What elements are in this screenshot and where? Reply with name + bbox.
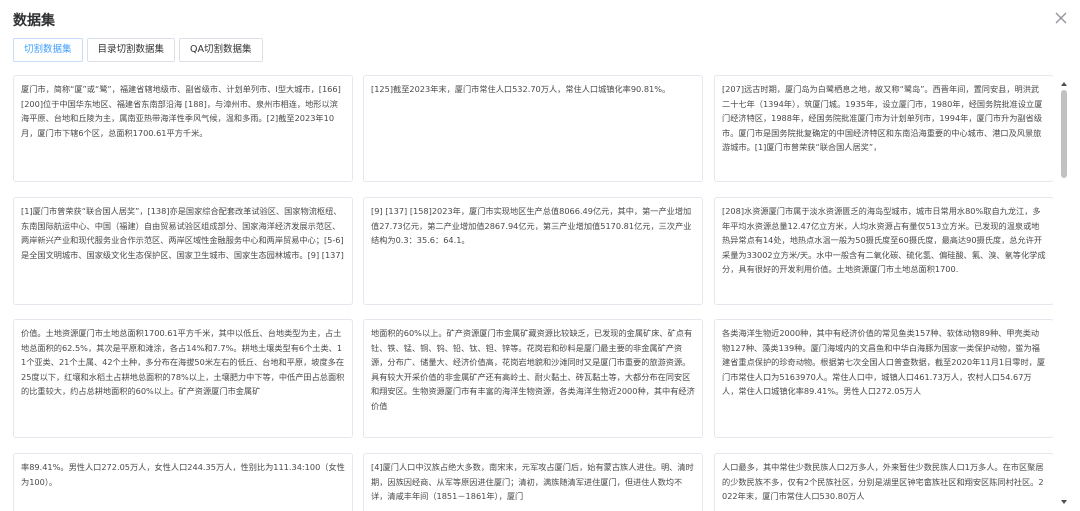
- data-card[interactable]: [125]截至2023年末，厦门市常住人口532.70万人，常住人口城镇化率90…: [363, 75, 703, 182]
- data-card[interactable]: [1]厦门市曾荣获“联合国人居奖”，[138]亦是国家综合配套改革试验区、国家物…: [13, 197, 353, 305]
- tab-cut-dataset[interactable]: 切割数据集: [13, 38, 83, 62]
- tab-catalog-cut-dataset[interactable]: 目录切割数据集: [86, 38, 176, 62]
- scrollbar-thumb[interactable]: [1061, 90, 1067, 178]
- tab-qa-cut-dataset[interactable]: QA切割数据集: [179, 38, 263, 62]
- data-card[interactable]: 人口最多，其中常住少数民族人口2万多人，外来暂住少数民族人口1万多人。在市区聚居…: [714, 453, 1053, 511]
- data-card[interactable]: [4]厦门人口中汉族占绝大多数，南宋末，元军攻占厦门后，始有蒙古族人进住。明、清…: [363, 453, 703, 511]
- data-card[interactable]: 地面积的60%以上。矿产资源厦门市金属矿藏资源比较缺乏，已发现的金属矿床、矿点有…: [363, 319, 703, 438]
- dataset-dialog: 数据集 切割数据集 目录切割数据集 QA切割数据集 厦门市，简称“厦”或“鹭”，…: [0, 0, 1080, 511]
- data-card[interactable]: [207]远古时期，厦门岛为白鹭栖息之地，故又称“鹭岛”。西晋年间，置同安县，明…: [714, 75, 1053, 182]
- dialog-header: 数据集: [0, 0, 1080, 34]
- vertical-scrollbar[interactable]: [1060, 80, 1068, 506]
- card-grid: 厦门市，简称“厦”或“鹭”，福建省辖地级市、副省级市、计划单列市、Ⅰ型大城市，[…: [13, 75, 1053, 511]
- dialog-title: 数据集: [13, 13, 55, 29]
- close-icon[interactable]: [1053, 10, 1069, 26]
- data-card[interactable]: [208]水资源厦门市属于淡水资源匮乏的海岛型城市，城市日常用水80%取自九龙江…: [714, 197, 1053, 305]
- data-card[interactable]: [9] [137] [158]2023年，厦门市实现地区生产总值8066.49亿…: [363, 197, 703, 305]
- dataset-tabs: 切割数据集 目录切割数据集 QA切割数据集: [13, 38, 263, 62]
- data-card[interactable]: 厦门市，简称“厦”或“鹭”，福建省辖地级市、副省级市、计划单列市、Ⅰ型大城市，[…: [13, 75, 353, 182]
- scroll-down-arrow-icon[interactable]: [1060, 498, 1068, 506]
- scroll-up-arrow-icon[interactable]: [1060, 80, 1068, 88]
- data-card[interactable]: 各类海洋生物近2000种，其中有经济价值的常见鱼类157种、软体动物89种、甲壳…: [714, 319, 1053, 438]
- data-card[interactable]: 价值。土地资源厦门市土地总面积1700.61平方千米，其中以低丘、台地类型为主，…: [13, 319, 353, 438]
- data-card[interactable]: 率89.41%。男性人口272.05万人，女性人口244.35万人，性别比为11…: [13, 453, 353, 511]
